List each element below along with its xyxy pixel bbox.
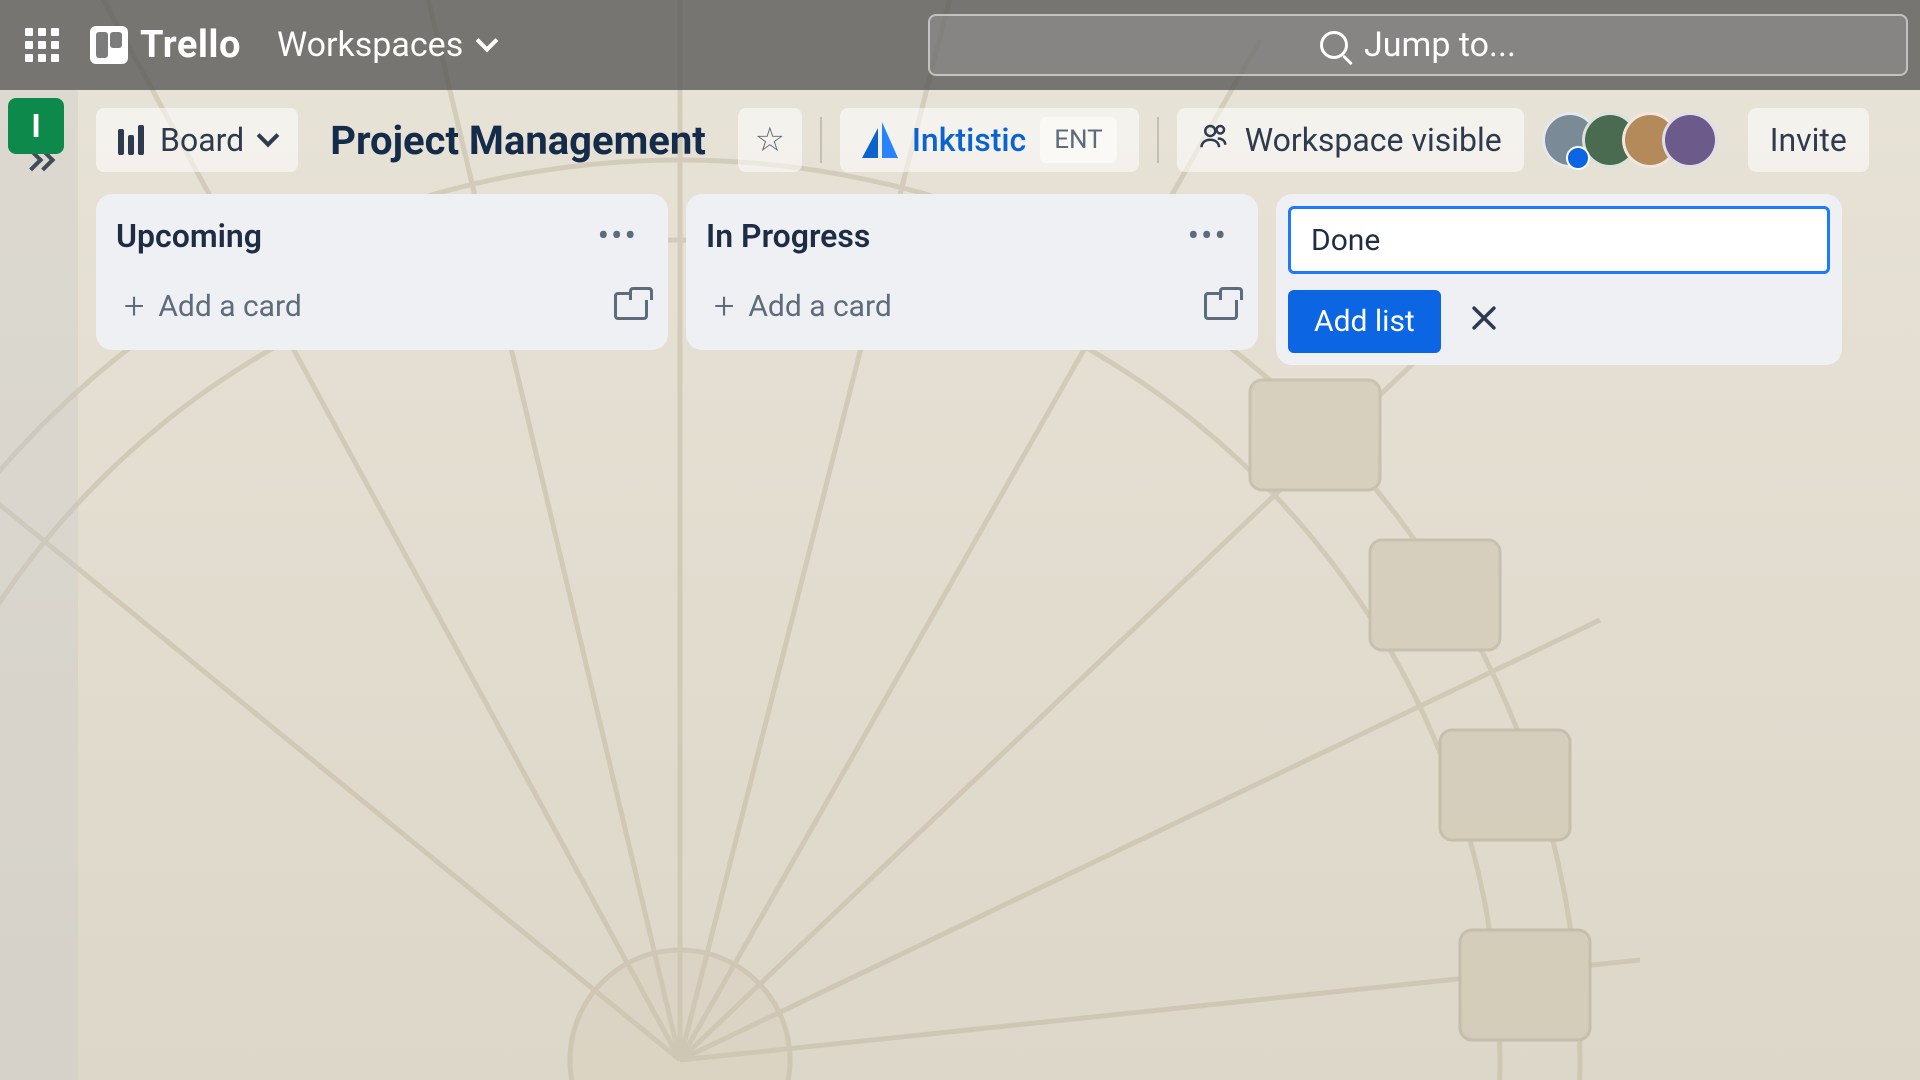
search-input[interactable]: Jump to... [928, 14, 1908, 76]
apps-menu-button[interactable] [12, 15, 72, 75]
top-nav: Trello Workspaces Jump to... [0, 0, 1920, 90]
workspace-initial: I [31, 107, 40, 145]
org-plan-badge: ENT [1040, 117, 1116, 163]
list: Upcoming ••• + Add a card [96, 194, 668, 350]
star-board-button[interactable]: ☆ [738, 108, 802, 172]
visibility-button[interactable]: Workspace visible [1177, 108, 1524, 172]
org-name: Inktistic [912, 121, 1026, 159]
star-icon: ☆ [755, 120, 785, 160]
sidebar-collapsed [0, 90, 78, 1080]
board-canvas: Upcoming ••• + Add a card In Progress ••… [0, 190, 1920, 385]
divider [1157, 117, 1159, 163]
add-card-button[interactable]: + Add a card [116, 280, 614, 332]
add-list-submit-button[interactable]: Add list [1288, 290, 1441, 353]
people-icon [1199, 121, 1229, 159]
board-members[interactable] [1542, 112, 1718, 168]
org-link[interactable]: Inktistic ENT [840, 108, 1139, 172]
list-menu-button[interactable]: ••• [588, 212, 648, 260]
list: In Progress ••• + Add a card [686, 194, 1258, 350]
workspace-badge[interactable]: I [8, 98, 64, 154]
chevron-down-icon [476, 30, 499, 53]
board-title[interactable]: Project Management [316, 117, 720, 164]
board-header: Board Project Management ☆ Inktistic ENT… [0, 90, 1920, 190]
close-composer-button[interactable] [1461, 295, 1507, 349]
new-list-title-input[interactable] [1288, 206, 1830, 274]
invite-label: Invite [1770, 121, 1847, 159]
card-template-button[interactable] [1204, 292, 1238, 320]
apps-grid-icon [25, 28, 59, 62]
chevron-down-icon [257, 125, 280, 148]
visibility-label: Workspace visible [1245, 121, 1502, 159]
list-title[interactable]: In Progress [706, 217, 870, 255]
atlassian-icon [862, 122, 898, 158]
board-icon [118, 125, 144, 155]
add-card-label: Add a card [158, 289, 301, 324]
trello-logo-icon [90, 26, 128, 64]
search-placeholder: Jump to... [1364, 25, 1516, 65]
plus-icon: + [714, 288, 734, 324]
plus-icon: + [124, 288, 144, 324]
list-menu-button[interactable]: ••• [1178, 212, 1238, 260]
invite-button[interactable]: Invite [1748, 108, 1869, 172]
trello-logo[interactable]: Trello [90, 23, 241, 67]
add-card-label: Add a card [748, 289, 891, 324]
close-icon [1467, 301, 1501, 335]
workspaces-dropdown[interactable]: Workspaces [259, 15, 513, 75]
view-switcher[interactable]: Board [96, 108, 298, 172]
list-title[interactable]: Upcoming [116, 217, 262, 255]
card-template-button[interactable] [614, 292, 648, 320]
brand-name: Trello [140, 23, 241, 67]
add-list-composer: Add list [1276, 194, 1842, 365]
view-label: Board [160, 121, 244, 159]
avatar[interactable] [1662, 112, 1718, 168]
divider [820, 117, 822, 163]
search-icon [1320, 31, 1348, 59]
workspaces-label: Workspaces [277, 25, 463, 65]
add-card-button[interactable]: + Add a card [706, 280, 1204, 332]
